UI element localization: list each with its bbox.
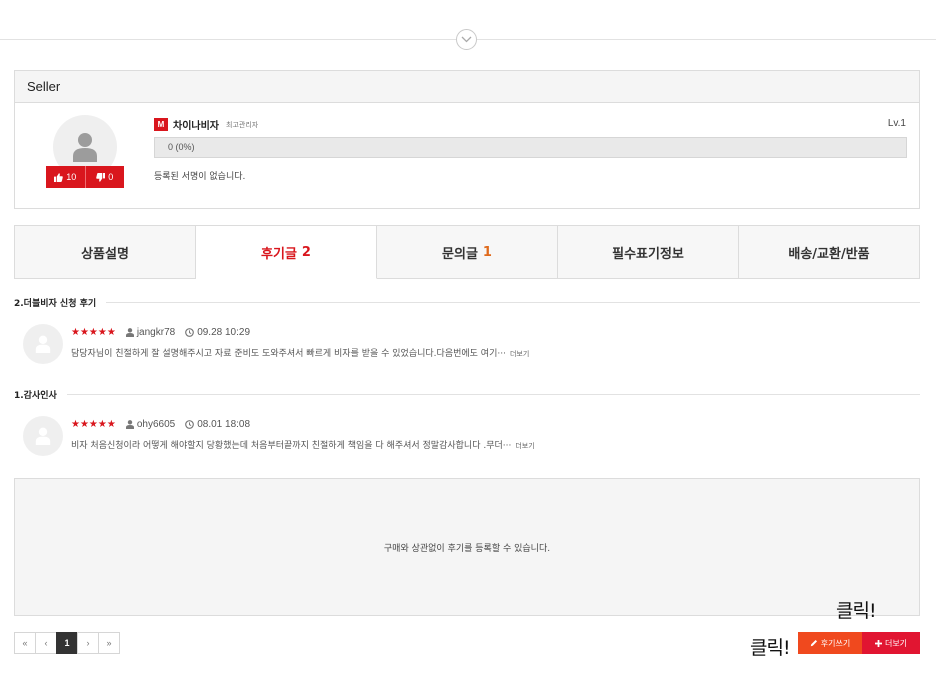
clock-icon [185, 328, 195, 337]
click-annotation-left: 클릭! [750, 637, 791, 659]
review-notice-text: 구매와 상관없이 후기를 등록할 수 있습니다. [383, 543, 551, 554]
review-date: 08.01 18:08 [185, 419, 250, 430]
user-silhouette-icon [35, 427, 51, 445]
product-tabs: 상품설명 후기글 2 문의글 1 필수표기정보 배송/교환/반품 [14, 225, 920, 279]
review-body: ★★★★★ jangkr78 09.28 10:29 담당자님이 친절하게 잘 … [14, 309, 920, 365]
review-text: 담당자님이 친절하게 잘 설명해주시고 자료 준비도 도와주셔서 빠르게 비자를… [71, 346, 529, 359]
tab-shipping-returns[interactable]: 배송/교환/반품 [739, 226, 920, 279]
dislike-count: 0 [108, 172, 114, 182]
review-notice-box: 구매와 상관없이 후기를 등록할 수 있습니다. [14, 478, 920, 616]
review-author[interactable]: jangkr78 [125, 327, 176, 338]
page-prev-button[interactable]: ‹ [35, 632, 57, 654]
review-title-row: 2.더블비자 신청 후기 [14, 295, 920, 309]
seller-panel: Seller 10 0 M 차이나비자 최고관리자 Lv.1 0 (0%) 등록… [14, 70, 920, 209]
like-button[interactable]: 10 [46, 166, 85, 188]
review-title-divider [106, 301, 920, 303]
reviewer-avatar [23, 416, 63, 456]
review-title-divider [66, 393, 920, 395]
user-silhouette-icon [35, 335, 51, 353]
seller-name[interactable]: 차이나비자 [173, 117, 219, 132]
more-reviews-label: 더보기 [884, 638, 908, 648]
rating-stars: ★★★★★ [71, 327, 116, 338]
review-title[interactable]: 2.더블비자 신청 후기 [14, 296, 106, 309]
collapse-toggle-button[interactable] [456, 29, 477, 50]
seller-name-row: M 차이나비자 최고관리자 [154, 117, 258, 132]
page-next-button[interactable]: › [77, 632, 99, 654]
tab-count: 1 [482, 244, 492, 260]
review-title-row: 1.감사인사 [14, 387, 920, 401]
plus-icon [874, 639, 882, 647]
tab-label: 배송/교환/반품 [788, 246, 870, 262]
page-first-button[interactable]: « [14, 632, 36, 654]
author-name: jangkr78 [136, 327, 176, 338]
review-action-buttons: 후기쓰기 더보기 [798, 632, 920, 654]
review-item: 1.감사인사 ★★★★★ ohy6605 08.01 18:08 비자 처음신청… [14, 387, 920, 457]
clock-icon [185, 420, 195, 429]
pagination: « ‹ 1 › » [14, 632, 120, 654]
tab-label: 상품설명 [81, 246, 129, 262]
rating-stars: ★★★★★ [71, 419, 116, 430]
seller-role: 최고관리자 [226, 120, 259, 129]
seller-signature: 등록된 서명이 없습니다. [154, 172, 246, 182]
seller-progress-bar: 0 (0%) [154, 137, 907, 158]
user-icon [125, 328, 134, 337]
review-author[interactable]: ohy6605 [125, 419, 176, 430]
seller-header: Seller [15, 71, 919, 103]
review-body: ★★★★★ ohy6605 08.01 18:08 비자 처음신청이라 어떻게 … [14, 401, 920, 457]
review-item: 2.더블비자 신청 후기 ★★★★★ jangkr78 09.28 10:29 … [14, 295, 920, 365]
click-annotation-top: 클릭! [836, 600, 877, 622]
tab-count: 2 [301, 244, 311, 260]
more-reviews-button[interactable]: 더보기 [862, 632, 920, 654]
review-meta: ★★★★★ jangkr78 09.28 10:29 [71, 327, 250, 338]
member-badge: M [154, 118, 168, 131]
date-text: 08.01 18:08 [197, 419, 251, 430]
tab-inquiries[interactable]: 문의글 1 [377, 226, 558, 279]
reviewer-avatar [23, 324, 63, 364]
author-name: ohy6605 [136, 419, 176, 430]
chevron-down-icon [461, 36, 472, 43]
like-count: 10 [66, 172, 77, 182]
tab-reviews[interactable]: 후기글 2 [196, 226, 377, 279]
tab-label: 필수표기정보 [612, 246, 684, 262]
page-last-button[interactable]: » [98, 632, 120, 654]
user-icon [125, 420, 134, 429]
date-text: 09.28 10:29 [197, 327, 251, 338]
write-review-label: 후기쓰기 [820, 638, 851, 648]
pencil-icon [810, 639, 817, 647]
progress-text: 0 (0%) [168, 142, 195, 152]
seller-like-bar: 10 0 [46, 166, 124, 188]
review-more-link[interactable]: 더보기 [515, 442, 534, 450]
review-more-link[interactable]: 더보기 [510, 350, 529, 358]
tab-label: 문의글 [442, 246, 478, 262]
write-review-button[interactable]: 후기쓰기 [798, 632, 862, 654]
page-current-button[interactable]: 1 [56, 632, 78, 654]
thumbs-down-icon [96, 172, 106, 182]
tab-label: 후기글 [261, 246, 297, 262]
review-date: 09.28 10:29 [185, 327, 250, 338]
thumbs-up-icon [54, 172, 64, 182]
review-excerpt: 담당자님이 친절하게 잘 설명해주시고 자료 준비도 도와주셔서 빠르게 비자를… [71, 349, 506, 359]
review-meta: ★★★★★ ohy6605 08.01 18:08 [71, 419, 250, 430]
review-text: 비자 처음신청이라 어떻게 해야할지 당황했는데 처음부터끝까지 친절하게 책임… [71, 438, 535, 451]
seller-level: Lv.1 [887, 118, 906, 129]
review-title[interactable]: 1.감사인사 [14, 388, 67, 401]
review-excerpt: 비자 처음신청이라 어떻게 해야할지 당황했는데 처음부터끝까지 친절하게 책임… [71, 441, 512, 451]
tab-required-info[interactable]: 필수표기정보 [558, 226, 739, 279]
dislike-button[interactable]: 0 [84, 166, 124, 188]
tab-description[interactable]: 상품설명 [15, 226, 196, 279]
user-silhouette-icon [73, 133, 97, 162]
